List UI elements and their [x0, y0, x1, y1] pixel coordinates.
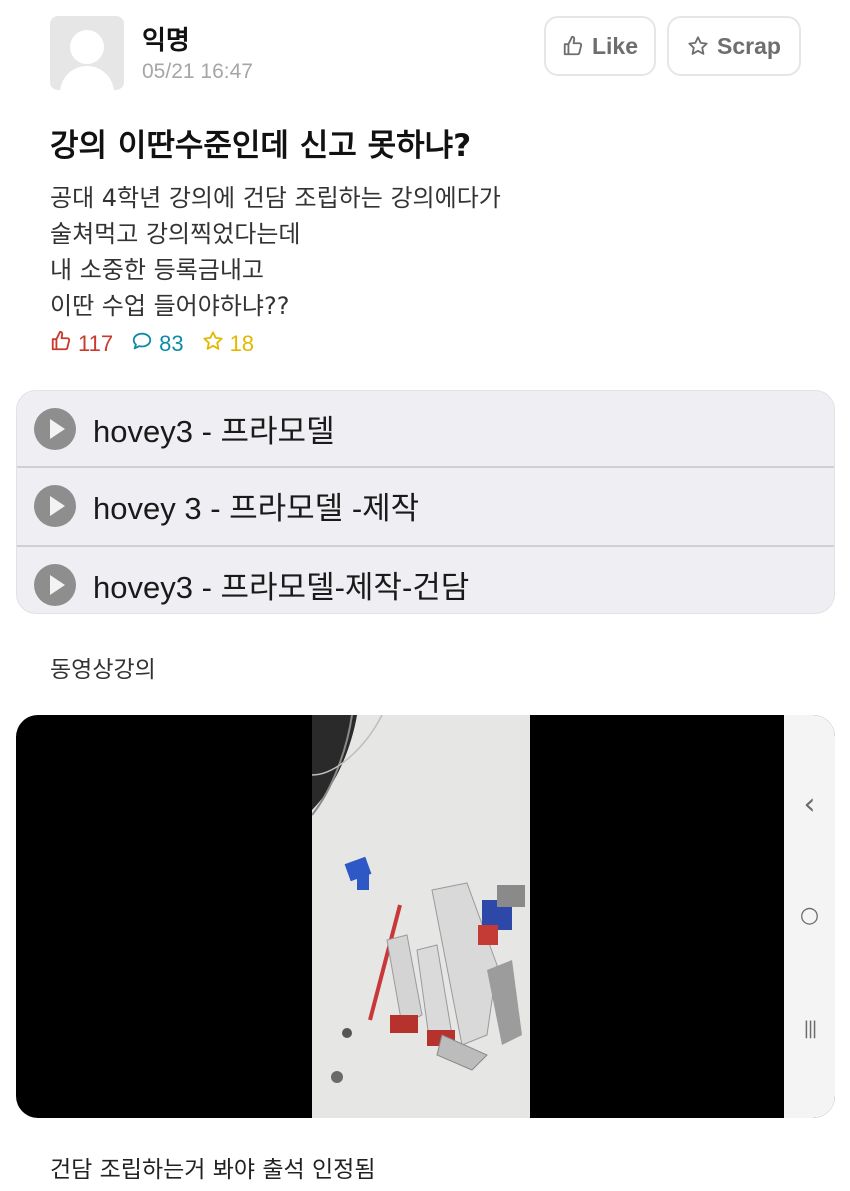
- like-count-value: 117: [78, 331, 114, 356]
- avatar-body-shape: [60, 66, 114, 90]
- scrap-count-value: 18: [229, 331, 255, 356]
- scrap-count: 18: [202, 330, 254, 358]
- thumbs-up-icon: [50, 330, 72, 358]
- post-content: 공대 4학년 강의에 건담 조립하는 강의에다가 술쳐먹고 강의찍었다는데 내 …: [50, 180, 501, 324]
- speech-bubble-icon: [131, 330, 153, 358]
- star-outline-icon: [202, 330, 224, 358]
- avatar-head-shape: [70, 30, 104, 64]
- thumbs-up-icon: [562, 35, 584, 57]
- playlist-item[interactable]: hovey3 - 프라모델-제작-건담: [17, 547, 834, 613]
- post-content-line: 이딴 수업 들어야하냐??: [50, 292, 290, 320]
- post-stats: 117 83 18: [50, 330, 254, 358]
- video-playlist: hovey3 - 프라모델 hovey 3 - 프라모델 -제작 hovey3 …: [16, 390, 835, 614]
- avatar: [50, 16, 124, 90]
- video-caption: 건담 조립하는거 봐야 출석 인정됨: [50, 1157, 376, 1183]
- video-still-image: [312, 715, 530, 1118]
- playlist-item-label: hovey3 - 프라모델: [93, 414, 335, 449]
- comment-count-value: 83: [159, 331, 184, 356]
- play-icon: [34, 407, 76, 450]
- like-button-label: Like: [591, 32, 639, 59]
- post-content-line: 공대 4학년 강의에 건담 조립하는 강의에다가: [50, 184, 501, 212]
- post-content-line: 내 소중한 등록금내고: [50, 256, 264, 284]
- comment-count: 83: [131, 330, 184, 358]
- home-icon[interactable]: ○: [784, 903, 835, 928]
- video-frame[interactable]: ‹ ○ |||: [16, 715, 835, 1118]
- post-header: 익명 05/21 16:47 Like Scrap: [50, 16, 810, 94]
- like-button[interactable]: Like: [544, 16, 656, 76]
- like-count: 117: [50, 330, 113, 358]
- playlist-item-label: hovey 3 - 프라모델 -제작: [93, 491, 420, 526]
- recent-apps-icon[interactable]: |||: [784, 1018, 835, 1039]
- playlist-item[interactable]: hovey3 - 프라모델: [17, 391, 834, 466]
- scrap-button-label: Scrap: [717, 32, 781, 59]
- post-timestamp: 05/21 16:47: [142, 60, 253, 83]
- android-nav-bar: ‹ ○ |||: [784, 715, 835, 1118]
- author-name: 익명: [142, 26, 190, 56]
- post-title: 강의 이딴수준인데 신고 못하냐?: [50, 128, 472, 164]
- scrap-button[interactable]: Scrap: [667, 16, 801, 76]
- star-outline-icon: [687, 35, 709, 57]
- playlist-item[interactable]: hovey 3 - 프라모델 -제작: [17, 468, 834, 543]
- play-icon: [34, 563, 76, 606]
- play-icon: [34, 484, 76, 527]
- playlist-item-label: hovey3 - 프라모델-제작-건담: [93, 570, 470, 605]
- section-label: 동영상강의: [50, 657, 156, 683]
- back-icon[interactable]: ‹: [784, 787, 835, 822]
- post-content-line: 술쳐먹고 강의찍었다는데: [50, 220, 301, 248]
